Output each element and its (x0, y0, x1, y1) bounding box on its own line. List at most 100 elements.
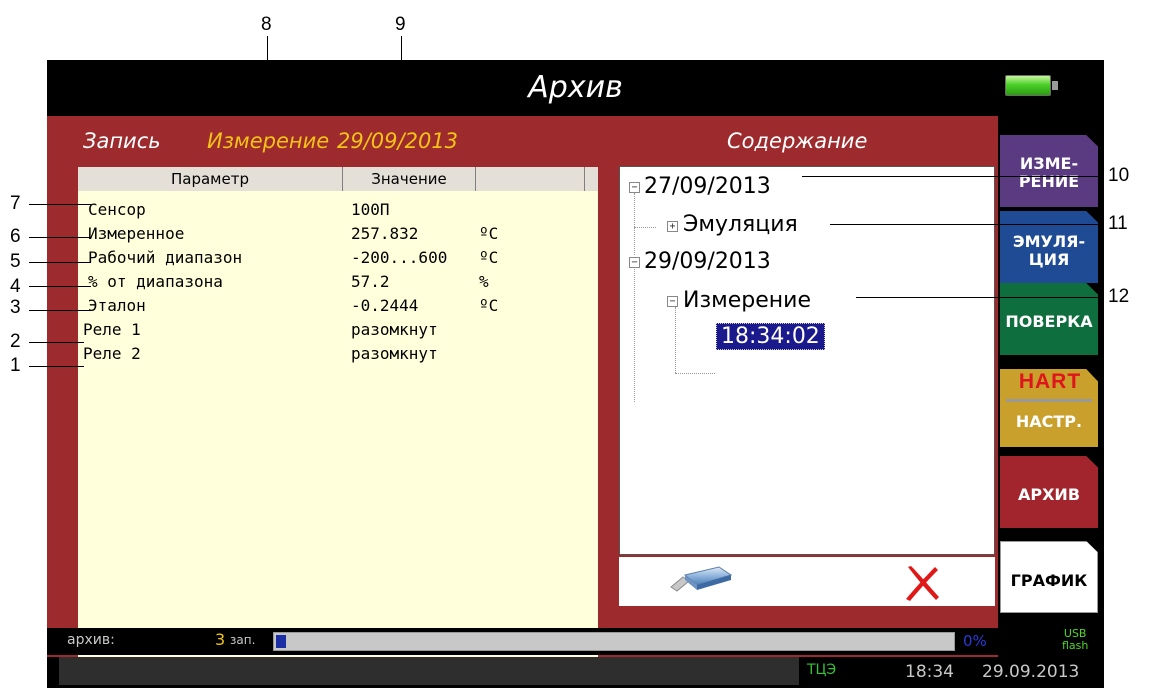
row-name: Рабочий диапазон (88, 248, 243, 267)
tree-node-date-29[interactable]: 29/09/2013 (644, 249, 771, 274)
callout-12: 12 (1108, 286, 1130, 307)
message-area (59, 657, 799, 685)
table-row[interactable]: Рабочий диапазон -200...600 ºC (78, 246, 598, 270)
record-label: Запись (83, 129, 161, 153)
archive-usage-bar (273, 632, 955, 651)
table-scroll-corner (585, 167, 598, 191)
tab-label: ЦИЯ (1028, 250, 1070, 269)
callout-4: 4 (10, 276, 21, 297)
tab-label: НАСТР. (1015, 412, 1083, 431)
tab-emulation[interactable]: ЭМУЛЯ- ЦИЯ (1000, 211, 1098, 283)
callout-line-1 (29, 366, 84, 367)
usb-flash-indicator: USB flash (1062, 628, 1088, 652)
column-header-parameter[interactable]: Параметр (78, 167, 343, 191)
row-name: Сенсор (88, 200, 146, 219)
row-value: 57.2 (351, 272, 390, 291)
tab-label: ИЗМЕ- (1019, 154, 1079, 173)
archive-usage-percent: 0% (963, 632, 987, 650)
table-row[interactable]: Эталон -0.2444 ºC (78, 294, 598, 318)
row-value: -200...600 (351, 248, 448, 267)
callout-11: 11 (1108, 213, 1128, 234)
action-bar (619, 557, 995, 606)
table-row[interactable]: Сенсор 100П (78, 198, 598, 222)
tab-graph[interactable]: ГРАФИК (1000, 541, 1098, 613)
record-type: Измерение (207, 129, 330, 153)
tree-guide (634, 227, 656, 228)
tab-verification[interactable]: ПОВЕРКА (1000, 283, 1098, 355)
battery-icon (1005, 75, 1061, 96)
usb-save-icon[interactable] (669, 565, 733, 595)
hart-logo: HART (1018, 370, 1082, 393)
tree-guide (675, 307, 676, 373)
tab-label: ГРАФИК (1010, 571, 1088, 590)
row-unit: ºC (479, 296, 499, 315)
row-unit: ºC (479, 224, 499, 243)
table-row[interactable]: Измеренное 257.832 ºC (78, 222, 598, 246)
record-count: 3 (215, 630, 226, 649)
callout-2: 2 (10, 331, 21, 352)
expand-icon[interactable]: + (667, 221, 678, 232)
collapse-icon[interactable]: − (629, 257, 640, 268)
table-row[interactable]: Реле 1 разомкнут (78, 318, 598, 342)
row-value: 257.832 (351, 224, 419, 243)
row-name: Измеренное (88, 224, 185, 243)
tree-guide (634, 267, 635, 402)
callout-line-6 (29, 237, 91, 238)
callout-5: 5 (10, 251, 21, 272)
flash-label: flash (1062, 639, 1089, 652)
row-name: Эталон (88, 296, 146, 315)
callout-3: 3 (10, 297, 21, 318)
table-row[interactable]: % от диапазона 57.2 % (78, 270, 598, 294)
stage: 8 9 7 6 5 4 3 2 1 10 11 12 Архив Запись … (0, 0, 1163, 688)
callout-line-11 (830, 224, 1104, 225)
callout-line-4 (29, 286, 91, 287)
row-unit: % (479, 272, 489, 291)
callout-10: 10 (1108, 165, 1130, 186)
callout-line-12 (856, 297, 1104, 298)
device-screen: Архив Запись Измерение 29/09/2013 Содерж… (47, 60, 1104, 688)
tree-node-measurement[interactable]: Измерение (683, 288, 811, 313)
delete-icon[interactable] (902, 563, 942, 603)
row-value: 100П (351, 200, 390, 219)
clock-date: 29.09.2013 (982, 662, 1080, 682)
column-header-unit[interactable] (476, 167, 585, 191)
callout-line-5 (29, 262, 91, 263)
collapse-icon[interactable]: − (629, 182, 640, 193)
row-name: % от диапазона (88, 272, 223, 291)
archive-usage-fill (276, 635, 286, 648)
mode-indicator: ТЦЭ (807, 662, 837, 678)
callout-line-2 (29, 342, 84, 343)
tab-label: ЭМУЛЯ- (1012, 232, 1086, 251)
callout-8: 8 (261, 14, 272, 35)
record-date: 29/09/2013 (337, 129, 459, 153)
callout-line-7 (29, 204, 91, 205)
clock-time: 18:34 (905, 662, 954, 682)
callout-9: 9 (395, 14, 406, 35)
tree-guide (675, 373, 715, 374)
tree-node-date-27[interactable]: 27/09/2013 (644, 174, 771, 199)
tree-node-time-selected[interactable]: 18:34:02 (716, 323, 825, 350)
collapse-icon[interactable]: − (667, 296, 678, 307)
column-header-value[interactable]: Значение (343, 167, 476, 191)
row-name: Реле 1 (83, 320, 141, 339)
row-value: -0.2444 (351, 296, 419, 315)
parameter-table[interactable]: Параметр Значение Сенсор 100П Измеренное… (78, 167, 598, 671)
table-row[interactable]: Реле 2 разомкнут (78, 342, 598, 366)
tab-hart-settings[interactable]: HART НАСТР. (1000, 369, 1098, 447)
archive-panel: Запись Измерение 29/09/2013 Содержание П… (47, 116, 998, 680)
tab-archive[interactable]: АРХИВ (1000, 456, 1098, 528)
tab-label: АРХИВ (1017, 485, 1081, 504)
tab-measurement[interactable]: ИЗМЕ- РЕНИЕ (1000, 135, 1098, 207)
callout-1: 1 (10, 355, 21, 376)
row-value: разомкнут (351, 320, 438, 339)
tree-node-emulation[interactable]: Эмуляция (683, 212, 798, 237)
callout-7: 7 (10, 193, 21, 214)
hart-divider (1006, 399, 1092, 402)
row-name: Реле 2 (83, 344, 141, 363)
callout-line-10 (802, 176, 1104, 177)
page-title: Архив (528, 70, 623, 105)
table-header: Параметр Значение (78, 167, 598, 191)
row-value: разомкнут (351, 344, 438, 363)
tree-guide (634, 193, 635, 255)
callout-6: 6 (10, 226, 21, 247)
